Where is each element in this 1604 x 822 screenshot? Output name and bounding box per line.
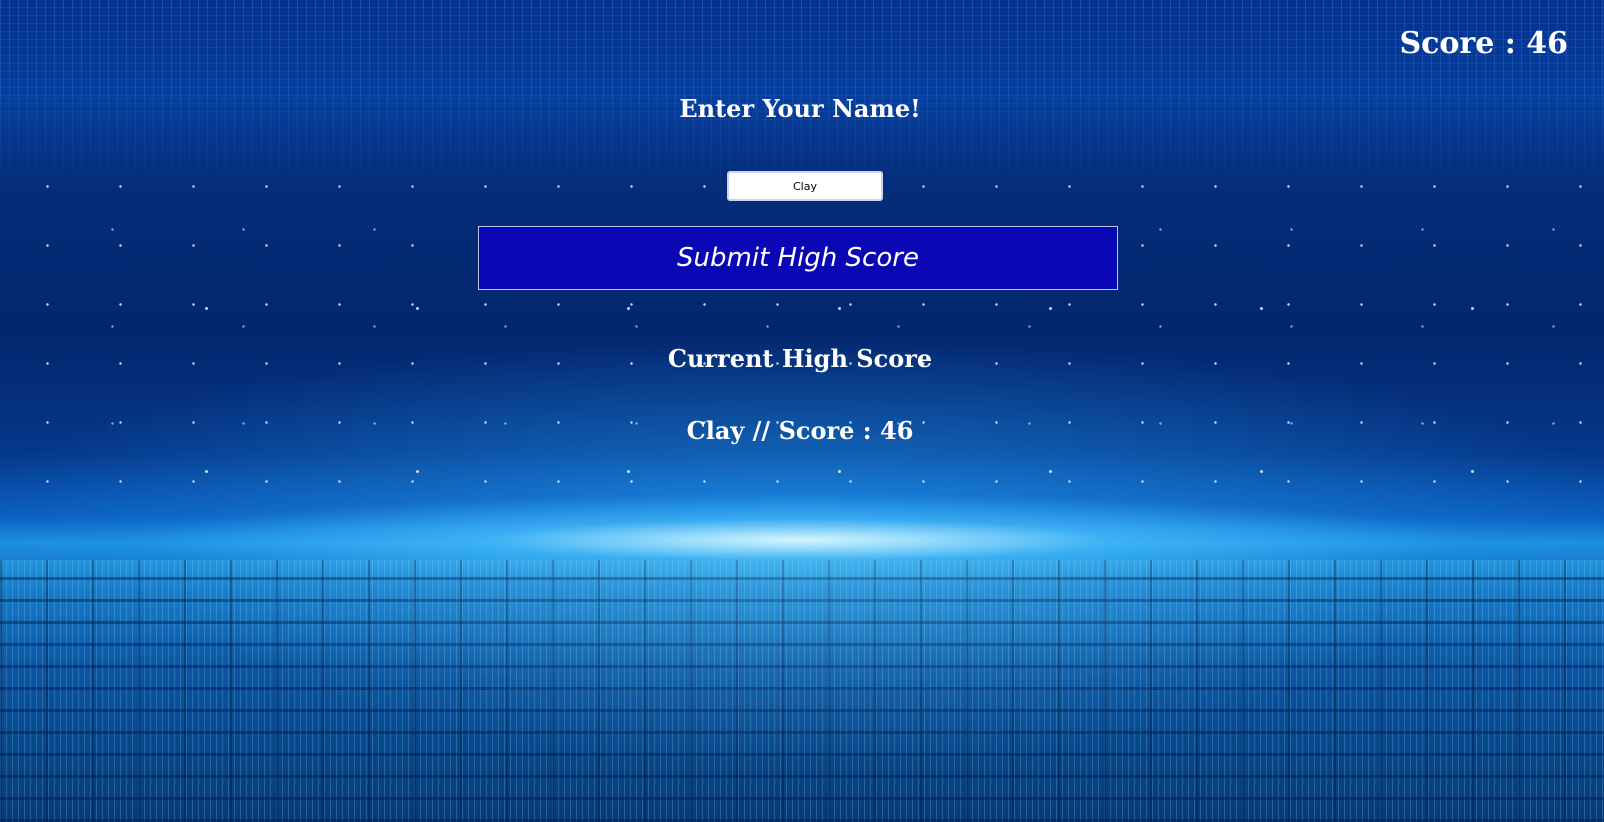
high-score-record: Clay // Score : 46: [0, 416, 1600, 445]
name-input[interactable]: [727, 171, 883, 201]
high-score-separator: //: [744, 416, 779, 445]
enter-name-title: Enter Your Name!: [679, 94, 921, 123]
score-display: Score : 46: [1399, 26, 1568, 61]
background-floor-glow: [0, 560, 1604, 822]
submit-high-score-button[interactable]: Submit High Score: [478, 226, 1118, 290]
high-score-player: Clay: [686, 416, 745, 445]
high-score-value: Score : 46: [778, 416, 914, 445]
current-high-score-title: Current High Score: [667, 344, 933, 373]
